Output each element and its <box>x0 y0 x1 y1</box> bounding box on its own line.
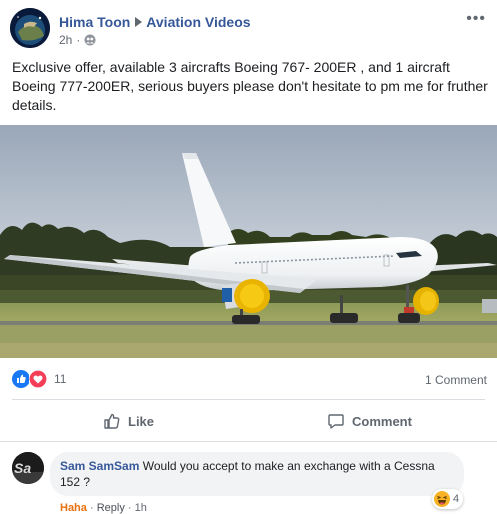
like-label: Like <box>128 413 155 429</box>
comment-bubble-icon <box>328 414 344 429</box>
like-reaction-icon <box>12 370 30 388</box>
meta-separator: · <box>89 502 94 514</box>
svg-text:Sa: Sa <box>14 460 31 476</box>
comment-reaction-count: 4 <box>453 493 460 505</box>
reaction-count: 11 <box>54 372 67 386</box>
post-text: Exclusive offer, available 3 aircrafts B… <box>12 59 488 113</box>
post-actions: Like Comment <box>0 402 497 438</box>
post-meta: 2h · <box>59 33 96 47</box>
post-header: Hima Toon Aviation Videos 2h · ••• <box>10 8 490 50</box>
commenter-name[interactable]: Sam SamSam <box>60 459 139 473</box>
separator-dot: · <box>76 33 81 47</box>
like-button[interactable]: Like <box>103 406 154 436</box>
post-time[interactable]: 2h <box>59 33 72 47</box>
haha-action[interactable]: Haha <box>60 502 87 514</box>
comment-time[interactable]: 1h <box>135 502 147 514</box>
right-arrow-icon <box>135 17 143 27</box>
comment-meta: Haha · Reply · 1h <box>60 502 147 514</box>
comment-bubble: Sam SamSam Would you accept to make an e… <box>50 452 464 496</box>
group-privacy-icon <box>84 34 96 46</box>
thumbs-up-icon <box>104 413 120 429</box>
commenter-avatar[interactable]: Sa <box>12 452 44 484</box>
author-avatar[interactable] <box>10 8 50 48</box>
author-name[interactable]: Hima Toon <box>59 14 130 30</box>
haha-reaction-icon <box>434 491 450 507</box>
comment-label: Comment <box>352 413 412 429</box>
comment-count-link[interactable]: 1 Comment <box>425 373 487 387</box>
post-author-line: Hima Toon Aviation Videos <box>59 14 251 30</box>
more-options-icon[interactable]: ••• <box>466 10 486 28</box>
comment-button[interactable]: Comment <box>327 406 412 436</box>
divider <box>12 399 485 400</box>
group-name[interactable]: Aviation Videos <box>146 14 250 30</box>
reaction-summary[interactable]: 11 <box>12 370 66 388</box>
reply-action[interactable]: Reply <box>97 502 125 514</box>
comment-reaction-summary[interactable]: 4 <box>432 489 464 509</box>
love-reaction-icon <box>29 370 47 388</box>
post-photo[interactable] <box>0 125 497 358</box>
meta-separator: · <box>127 502 132 514</box>
divider <box>0 441 497 442</box>
